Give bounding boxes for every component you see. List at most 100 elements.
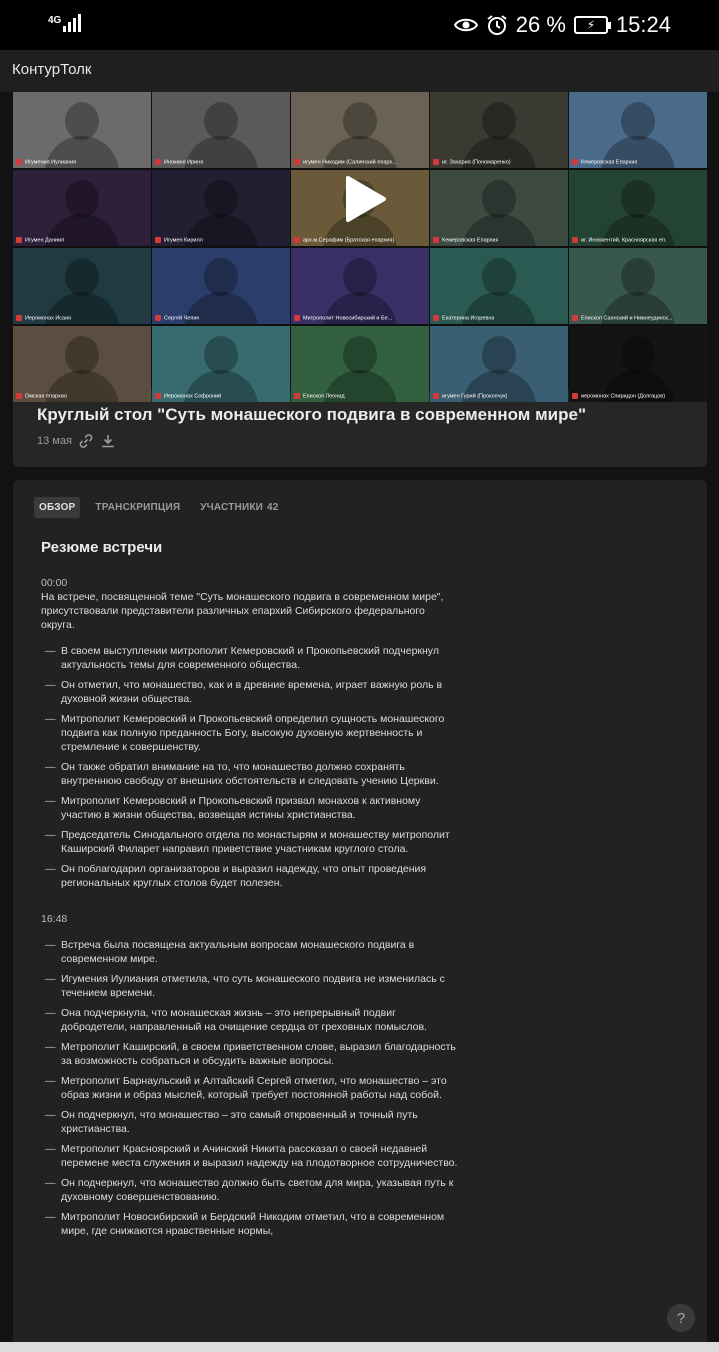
participant-tile: Кемеровская Епархия [569, 92, 707, 168]
list-item: Он также обратил внимание на то, что мон… [41, 760, 461, 788]
participant-name-text: Инокиня Ирина [164, 159, 204, 165]
timestamp[interactable]: 00:00 [41, 576, 461, 590]
participant-name: Игумения Иулиания [16, 158, 77, 165]
participant-name: Епископ Леонид [294, 392, 345, 399]
summary-title: Резюме встречи [41, 539, 163, 556]
list-item: Председатель Синодального отдела по мона… [41, 828, 461, 856]
tab-2[interactable]: УЧАСТНИКИ 42 [195, 497, 283, 518]
tab-label: ТРАНСКРИПЦИЯ [95, 502, 181, 513]
mic-muted-icon [572, 314, 578, 321]
list-item: Митрополит Новосибирский и Бердский Нико… [41, 1210, 461, 1238]
participant-name: Екатерина Игоревна [433, 314, 495, 321]
avatar [65, 102, 99, 140]
participant-name: иеромонах Спиридон (Долгацов) [572, 392, 665, 399]
avatar [65, 258, 99, 296]
mic-muted-icon [16, 158, 22, 165]
participant-tile: Игумен Кирилл [152, 170, 290, 246]
participant-tile: Инокиня Ирина [152, 92, 290, 168]
mic-muted-icon [155, 314, 161, 321]
participant-tile: Иеромонах Исаия [13, 248, 151, 324]
list-item: Он подчеркнул, что монашество должно быт… [41, 1176, 461, 1204]
tab-0[interactable]: ОБЗОР [34, 497, 81, 518]
tab-label: ОБЗОР [39, 502, 76, 513]
participant-name: Иеромонах Исаия [16, 314, 72, 321]
participant-tile: Иеромонах Софроний [152, 326, 290, 402]
network-type: 4G [48, 15, 62, 26]
participant-tile: Епископ Леонид [291, 326, 429, 402]
signal-icon [63, 12, 82, 32]
eye-icon [453, 18, 478, 32]
video-date: 13 мая [37, 435, 72, 447]
participant-name-text: Митрополит Новосибирский и Бе... [303, 315, 393, 321]
list-item: Метрополит Красноярский и Ачинский Никит… [41, 1142, 461, 1170]
mic-muted-icon [16, 314, 22, 321]
participant-name: Сергей Чепин [155, 314, 199, 321]
list-item: Митрополит Кемеровский и Прокопьевский п… [41, 794, 461, 822]
participant-name-text: Иеромонах Исаия [25, 315, 72, 321]
participant-name-text: Кемеровская Епархия [581, 159, 638, 165]
participant-name: Инокиня Ирина [155, 158, 204, 165]
app-title: КонтурТолк [12, 61, 92, 78]
avatar [343, 336, 377, 374]
participant-tile: Кемеровская Епархия [430, 170, 568, 246]
bottom-edge [0, 1342, 719, 1352]
summary-bullets: В своем выступлении митрополит Кемеровск… [41, 644, 461, 890]
tabs: ОБЗОР ТРАНСКРИПЦИЯ УЧАСТНИКИ 42 [34, 497, 284, 518]
participant-name: иг. Захария (Пономаренко) [433, 158, 511, 165]
summary-body: 00:00 На встрече, посвященной теме "Суть… [41, 576, 461, 1244]
participant-name-text: Игумен Кирилл [164, 237, 203, 243]
link-icon[interactable] [78, 433, 94, 449]
list-item: В своем выступлении митрополит Кемеровск… [41, 644, 461, 672]
participant-name: Иеромонах Софроний [155, 392, 221, 399]
participant-name: Кемеровская Епархия [433, 236, 498, 243]
participant-name: игумен Никодим (Салинский епарх... [294, 158, 397, 165]
battery-percent: 26 % [515, 12, 566, 37]
tab-count-badge: 42 [267, 502, 279, 513]
video-title: Круглый стол "Суть монашеского подвига в… [37, 405, 587, 424]
mic-muted-icon [294, 158, 300, 165]
participant-name-text: Игумения Иулиания [25, 159, 77, 165]
participant-tile: Омская епархия [13, 326, 151, 402]
mic-muted-icon [572, 392, 578, 399]
status-bar: 4G 26 % ⚡ 15:24 [0, 0, 719, 50]
summary-bullets: Встреча была посвящена актуальным вопрос… [41, 938, 461, 1238]
participant-tile: иг. Захария (Пономаренко) [430, 92, 568, 168]
avatar [621, 180, 655, 218]
list-item: Метрополит Каширский, в своем приветстве… [41, 1040, 461, 1068]
participant-name-text: иг. Иннокентий, Красноярская еп. [581, 237, 667, 243]
participant-name-text: Екатерина Игоревна [442, 315, 495, 321]
list-item: Он поблагодарил организаторов и выразил … [41, 862, 461, 890]
avatar [343, 102, 377, 140]
participant-tile: Екатерина Игоревна [430, 248, 568, 324]
mic-muted-icon [16, 236, 22, 243]
help-button[interactable]: ? [667, 1304, 695, 1332]
avatar [621, 102, 655, 140]
download-icon[interactable] [100, 433, 116, 449]
play-icon[interactable] [338, 174, 388, 224]
participant-name-text: иг. Захария (Пономаренко) [442, 159, 511, 165]
avatar [621, 258, 655, 296]
mic-muted-icon [155, 158, 161, 165]
clock: 15:24 [615, 12, 671, 37]
video-meta: 13 мая [37, 433, 116, 449]
participant-name: игумен Гурий (Прокопчук) [433, 392, 507, 399]
participant-tile: Сергей Чепин [152, 248, 290, 324]
video-player[interactable]: Игумения Иулиания Инокиня Ирина игумен Ник… [13, 92, 707, 402]
participant-name-text: Омская епархия [25, 393, 67, 399]
participant-tile: Игумен Даниил [13, 170, 151, 246]
avatar [204, 102, 238, 140]
list-item: Митрополит Кемеровский и Прокопьевский о… [41, 712, 461, 754]
mic-muted-icon [433, 392, 439, 399]
mic-muted-icon [155, 236, 161, 243]
mic-muted-icon [155, 392, 161, 399]
participant-name: Игумен Кирилл [155, 236, 203, 243]
tab-1[interactable]: ТРАНСКРИПЦИЯ [90, 497, 185, 518]
mic-muted-icon [294, 314, 300, 321]
participant-name: арх.м.Серафим (Братская епархия) [294, 236, 394, 243]
avatar [65, 336, 99, 374]
battery-charging-icon: ⚡ [573, 16, 611, 34]
participant-name: Кемеровская Епархия [572, 158, 638, 165]
list-item: Игумения Иулиания отметила, что суть мон… [41, 972, 461, 1000]
summary-intro: На встрече, посвященной теме "Суть монаш… [41, 591, 444, 631]
timestamp[interactable]: 16:48 [41, 912, 461, 926]
